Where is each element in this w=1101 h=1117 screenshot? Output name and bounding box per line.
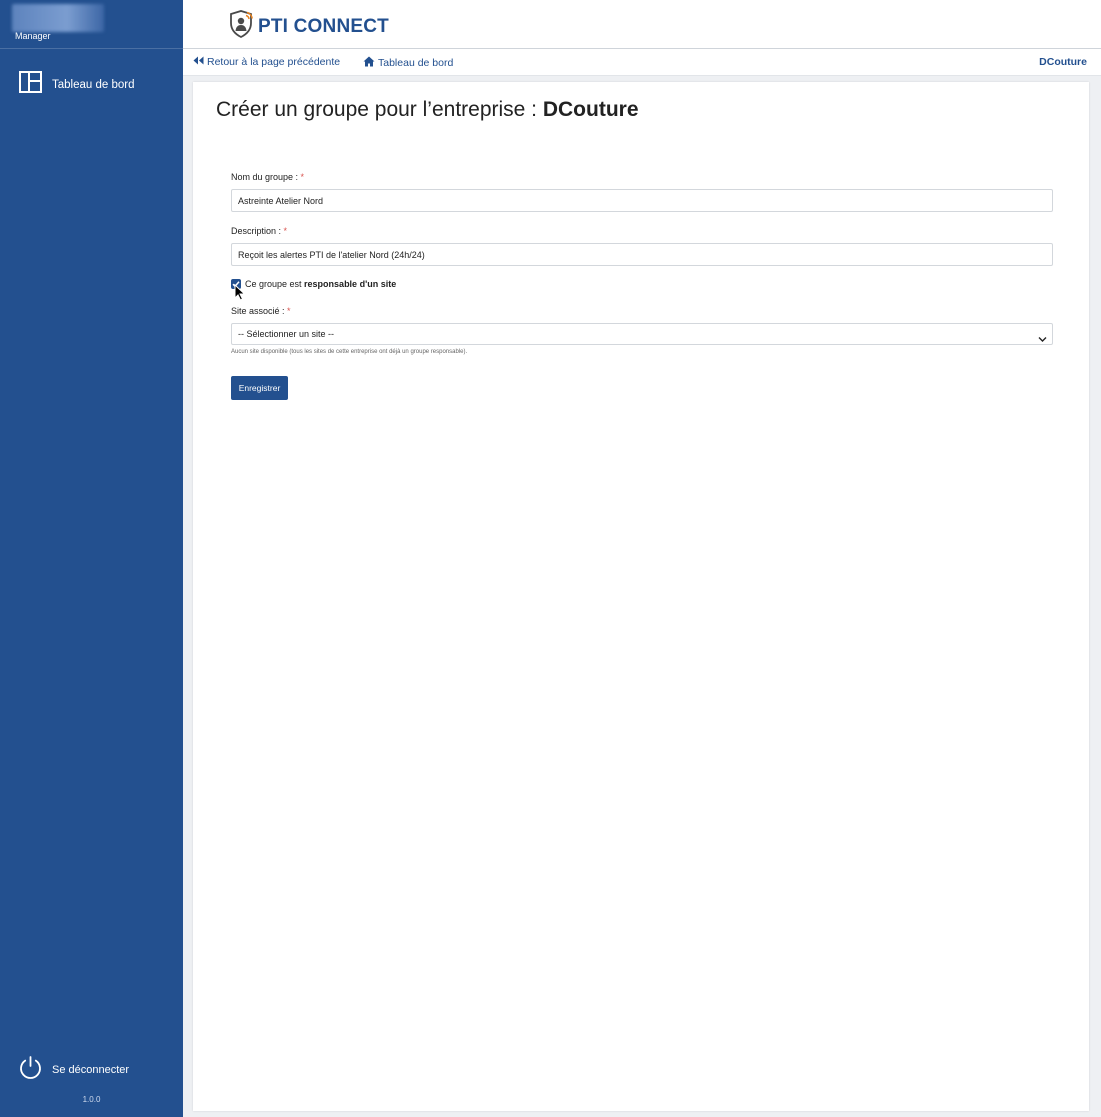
- double-chevron-left-icon: [193, 56, 204, 68]
- company-name: DCouture: [1039, 56, 1087, 68]
- description-label: Description : *: [231, 226, 287, 236]
- user-name-blurred: [12, 4, 104, 32]
- page-title: Créer un groupe pour l’entreprise : DCou…: [216, 98, 639, 122]
- sidebar-item-dashboard[interactable]: Tableau de bord: [19, 71, 134, 98]
- save-button[interactable]: Enregistrer: [231, 376, 288, 400]
- app-version: 1.0.0: [82, 1095, 101, 1104]
- required-marker: *: [287, 306, 291, 316]
- page-title-prefix: Créer un groupe pour l’entreprise :: [216, 98, 543, 121]
- description-label-text: Description :: [231, 226, 284, 236]
- sidebar-item-label: Tableau de bord: [52, 78, 135, 91]
- back-link[interactable]: Retour à la page précédente: [193, 56, 340, 68]
- responsible-site-label: Ce groupe est responsable d'un site: [245, 279, 396, 289]
- back-link-label: Retour à la page précédente: [207, 56, 341, 68]
- home-link-label: Tableau de bord: [378, 57, 454, 69]
- responsible-site-label-prefix: Ce groupe est: [245, 279, 305, 289]
- responsible-site-row: Ce groupe est responsable d'un site: [231, 279, 396, 289]
- site-label: Site associé : *: [231, 306, 291, 316]
- required-marker: *: [300, 172, 305, 182]
- app-logo[interactable]: PTI CONNECT: [228, 10, 389, 43]
- home-icon: [363, 56, 375, 70]
- form-card: Créer un groupe pour l’entreprise : DCou…: [193, 82, 1089, 1111]
- responsible-site-label-bold: responsable d'un site: [304, 279, 397, 289]
- top-header: PTI CONNECT: [183, 0, 1101, 49]
- required-marker: *: [283, 226, 288, 236]
- sidebar: Manager Tableau de bord Se déconnecter 1…: [0, 0, 183, 1117]
- group-name-input[interactable]: [231, 189, 1053, 212]
- site-help-text: Aucun site disponible (tous les sites de…: [231, 349, 468, 355]
- logout-button[interactable]: Se déconnecter: [18, 1055, 129, 1085]
- site-select-value: -- Sélectionner un site --: [238, 329, 335, 339]
- chevron-down-icon: [1038, 330, 1047, 348]
- breadcrumb: Retour à la page précédente Tableau de b…: [183, 49, 1101, 76]
- layout-grid-icon: [19, 71, 42, 98]
- group-name-label: Nom du groupe : *: [231, 172, 304, 182]
- app-name: PTI CONNECT: [258, 15, 389, 37]
- page-title-company: DCouture: [542, 98, 639, 121]
- group-name-label-text: Nom du groupe :: [231, 172, 301, 182]
- sidebar-divider: [0, 48, 183, 49]
- home-link[interactable]: Tableau de bord: [363, 56, 453, 70]
- site-label-text: Site associé :: [231, 306, 288, 316]
- logout-label: Se déconnecter: [52, 1064, 130, 1076]
- description-input[interactable]: [231, 243, 1053, 266]
- mouse-cursor-icon: [234, 283, 246, 306]
- site-select[interactable]: -- Sélectionner un site --: [231, 323, 1053, 345]
- power-icon: [18, 1055, 43, 1085]
- user-role: Manager: [15, 31, 51, 41]
- shield-person-signal-icon: [228, 10, 254, 43]
